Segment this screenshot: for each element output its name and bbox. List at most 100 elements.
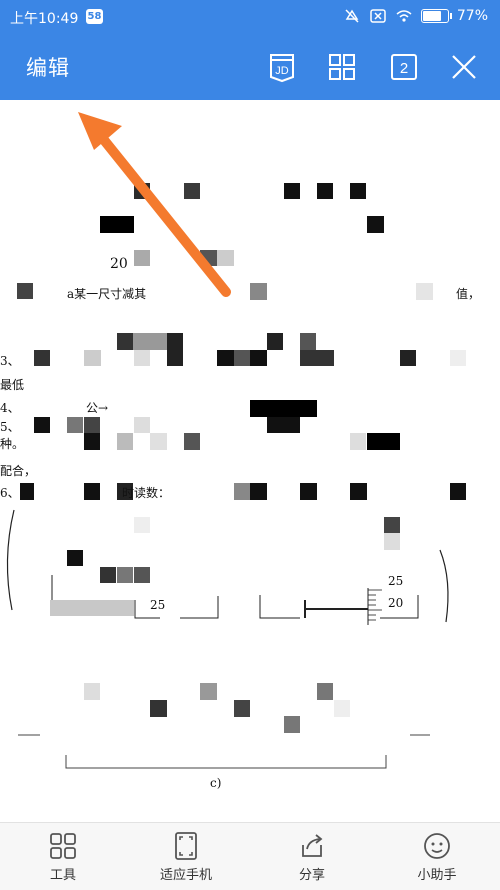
wifi-icon [396, 10, 412, 22]
doc-line: 6、 [0, 486, 20, 500]
redacted-block [350, 483, 367, 500]
redacted-block [134, 417, 150, 433]
redacted-block [400, 350, 416, 366]
redacted-block [134, 350, 150, 366]
doc-line: 4、 [0, 401, 20, 415]
redacted-block [67, 417, 83, 433]
redacted-block [350, 183, 366, 199]
fit-screen-label: 适应手机 [159, 868, 212, 883]
figure-caption: c) [210, 776, 222, 790]
redacted-block [184, 183, 200, 199]
redacted-block [117, 333, 133, 350]
redacted-block [100, 216, 134, 233]
redacted-block [134, 567, 150, 583]
close-button[interactable] [448, 51, 480, 83]
redacted-block [250, 483, 267, 500]
redacted-block [367, 216, 384, 233]
redacted-block [250, 283, 267, 300]
page-count-button[interactable]: 2 [388, 51, 420, 83]
jd-label: JD [275, 65, 289, 77]
assistant-label: 小助手 [417, 868, 457, 883]
redacted-block [200, 683, 217, 700]
mute-alarm-icon [345, 9, 359, 23]
redacted-block [317, 183, 333, 199]
status-icons: 77% [343, 7, 488, 25]
redacted-block [334, 700, 350, 717]
battery-icon [420, 9, 452, 23]
doc-line: 公→ [86, 401, 109, 415]
battery-fill [422, 11, 441, 21]
redacted-block [84, 683, 100, 700]
status-time: 上午10:49 [10, 11, 79, 27]
redacted-block [450, 483, 466, 500]
redacted-block [150, 700, 167, 717]
sim-off-icon [370, 9, 386, 23]
redacted-block [300, 333, 316, 350]
scale-label: 25 [388, 574, 404, 588]
doc-line: 5、 [0, 420, 20, 434]
redacted-block [50, 600, 134, 616]
redacted-block [67, 550, 83, 566]
redacted-block [384, 517, 400, 533]
redacted-block [34, 417, 50, 433]
doc-line: 种。 [0, 437, 25, 451]
redacted-block [20, 483, 34, 500]
tools-button[interactable]: 工具 [13, 831, 113, 883]
doc-line: 时读数： [122, 486, 171, 500]
redacted-block [84, 417, 100, 433]
fit-screen-icon [175, 832, 197, 860]
redacted-block [384, 533, 400, 550]
redacted-block [416, 283, 433, 300]
redacted-block [250, 400, 317, 417]
redacted-block [84, 483, 100, 500]
redacted-block [134, 183, 150, 199]
edit-button[interactable]: 编辑 [26, 52, 70, 82]
grid-view-button[interactable] [326, 51, 358, 83]
doc-line: 最低 [0, 378, 25, 392]
redacted-block [317, 683, 333, 700]
grid-icon [329, 54, 355, 80]
redacted-block [117, 433, 133, 450]
scale-label: 25 [150, 598, 166, 612]
tools-grid-icon [50, 833, 76, 859]
redacted-block [300, 483, 317, 500]
battery-percent: 77% [456, 8, 488, 24]
redacted-block [367, 433, 400, 450]
redacted-block [34, 350, 50, 366]
app-toolbar: 编辑 JD 2 [0, 34, 500, 100]
redacted-block [234, 350, 250, 366]
redacted-block [267, 333, 283, 350]
assistant-button[interactable]: 小助手 [387, 831, 487, 883]
redacted-block [150, 433, 167, 450]
figure-drawing [6, 509, 449, 769]
jd-icon: JD [270, 54, 294, 83]
question-number: 20 [110, 256, 128, 272]
jd-button[interactable]: JD [266, 51, 298, 83]
redacted-block [284, 183, 300, 199]
bottom-bar: 工具 适应手机 分享 小助手 [0, 822, 500, 890]
scale-label: 20 [388, 596, 404, 610]
redacted-block [17, 283, 33, 299]
share-button[interactable]: 分享 [262, 831, 362, 883]
redacted-block [350, 433, 366, 450]
document-viewer[interactable]: 20 a某一尺寸减其 值， 3、 最低 4、 公→ 5、 种。 配合， 6、 时… [0, 100, 500, 822]
doc-line: 配合， [0, 464, 37, 478]
redacted-block [300, 350, 334, 366]
redacted-block [84, 350, 101, 366]
redacted-block [450, 350, 466, 366]
redacted-block [184, 433, 200, 450]
status-bar: 上午10:49 58 77% [0, 0, 500, 34]
close-icon [452, 55, 476, 79]
fit-screen-button[interactable]: 适应手机 [136, 831, 236, 883]
redacted-block [134, 517, 150, 533]
redacted-block [167, 333, 183, 350]
share-icon [302, 834, 323, 857]
redacted-block [134, 250, 150, 266]
tools-label: 工具 [49, 868, 76, 883]
assistant-icon [424, 833, 450, 859]
notification-badge: 58 [86, 9, 103, 24]
page-count-icon: 2 [391, 54, 417, 80]
doc-line: 值， [456, 287, 481, 301]
redacted-block [284, 716, 300, 733]
doc-line: a某一尺寸减其 [67, 287, 147, 301]
